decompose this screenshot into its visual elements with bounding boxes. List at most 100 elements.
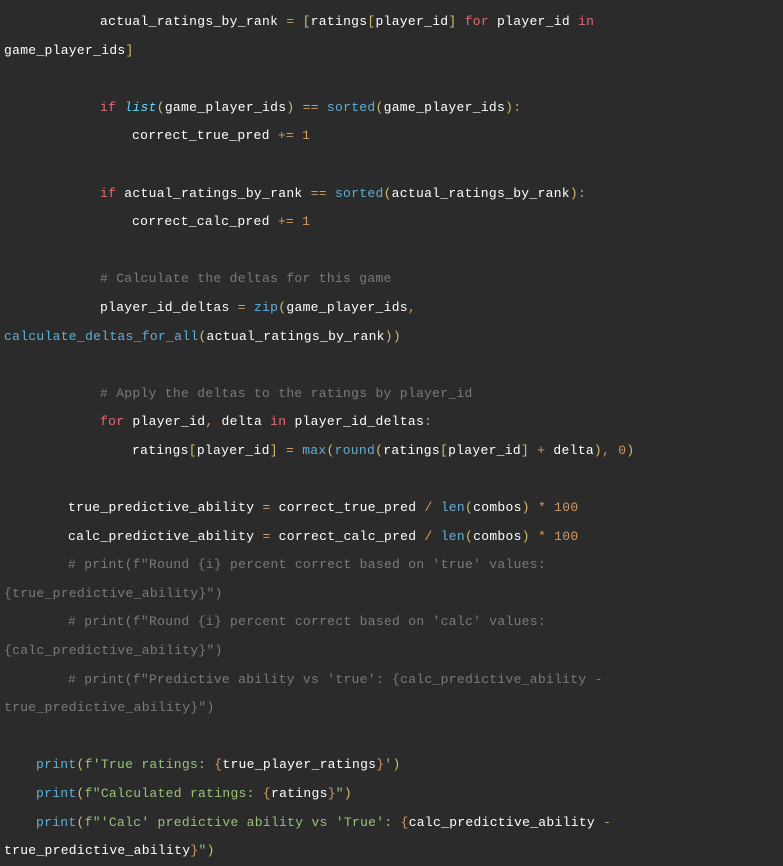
code-token: f"Calculated ratings: — [85, 786, 263, 801]
code-token — [433, 529, 441, 544]
code-token: round — [335, 443, 376, 458]
code-token: actual_ratings_by_rank — [100, 14, 286, 29]
code-token: ] — [521, 443, 529, 458]
code-token: [ — [303, 14, 311, 29]
code-token: if — [100, 100, 116, 115]
code-token: ) — [522, 500, 530, 515]
code-line[interactable] — [0, 151, 783, 180]
code-token: {calc_predictive_ability}") — [4, 643, 223, 658]
code-token: # Calculate the deltas for this game — [100, 271, 392, 286]
code-token: player_id — [448, 443, 521, 458]
code-token: ( — [376, 100, 384, 115]
code-token: 100 — [554, 529, 578, 544]
code-line[interactable]: {true_predictive_ability}") — [0, 580, 783, 609]
code-token — [327, 186, 335, 201]
code-token: max — [302, 443, 326, 458]
code-token: print — [36, 786, 77, 801]
code-token: # print(f"Predictive ability vs 'true': … — [68, 672, 603, 687]
code-editor-viewport[interactable]: actual_ratings_by_rank = [ratings[player… — [0, 8, 783, 866]
code-token — [433, 500, 441, 515]
code-line[interactable]: calculate_deltas_for_all(actual_ratings_… — [0, 323, 783, 352]
code-line[interactable] — [0, 351, 783, 380]
code-token: ratings — [383, 443, 440, 458]
code-line[interactable]: true_predictive_ability}") — [0, 694, 783, 723]
code-token: for — [100, 414, 124, 429]
code-token — [294, 128, 302, 143]
code-token: calc_predictive_ability — [68, 529, 262, 544]
code-token: 1 — [302, 214, 310, 229]
code-line[interactable]: if actual_ratings_by_rank == sorted(actu… — [0, 180, 783, 209]
code-token: correct_true_pred — [132, 128, 278, 143]
code-token: f"'Calc' predictive ability vs 'True': — [85, 815, 401, 830]
code-token: sorted — [327, 100, 376, 115]
code-token — [294, 214, 302, 229]
code-line[interactable]: actual_ratings_by_rank = [ratings[player… — [0, 8, 783, 37]
code-line[interactable]: player_id_deltas = zip(game_player_ids, — [0, 294, 783, 323]
code-token — [530, 500, 538, 515]
code-line[interactable]: print(f"Calculated ratings: {ratings}") — [0, 780, 783, 809]
code-line[interactable] — [0, 466, 783, 495]
code-line[interactable]: game_player_ids] — [0, 37, 783, 66]
code-line[interactable]: # print(f"Round {i} percent correct base… — [0, 551, 783, 580]
code-token: len — [441, 500, 465, 515]
code-token: == — [303, 100, 319, 115]
code-token: correct_true_pred — [271, 500, 425, 515]
code-line[interactable]: correct_calc_pred += 1 — [0, 208, 783, 237]
code-token: ( — [327, 443, 335, 458]
code-token: delta — [213, 414, 270, 429]
code-token — [246, 300, 254, 315]
code-token: 1 — [302, 128, 310, 143]
code-line[interactable]: calc_predictive_ability = correct_calc_p… — [0, 523, 783, 552]
code-token: ] — [448, 14, 456, 29]
code-line[interactable]: correct_true_pred += 1 — [0, 122, 783, 151]
code-token: true_predictive_ability — [4, 843, 190, 858]
code-token: # Apply the deltas to the ratings by pla… — [100, 386, 473, 401]
code-token — [294, 100, 302, 115]
code-token: true_predictive_ability}") — [4, 700, 215, 715]
code-line[interactable] — [0, 237, 783, 266]
code-token: = — [286, 443, 294, 458]
code-token: player_id — [376, 14, 449, 29]
code-token: " — [336, 786, 344, 801]
code-token — [457, 14, 465, 29]
code-token: game_player_ids — [165, 100, 287, 115]
code-line[interactable]: ratings[player_id] = max(round(ratings[p… — [0, 437, 783, 466]
code-token: in — [578, 14, 594, 29]
code-token: { — [263, 786, 271, 801]
code-token: ) — [393, 757, 401, 772]
code-line[interactable] — [0, 723, 783, 752]
code-token: ( — [77, 757, 85, 772]
code-token: { — [401, 815, 409, 830]
code-token: = — [262, 529, 270, 544]
code-line[interactable]: print(f'True ratings: {true_player_ratin… — [0, 751, 783, 780]
code-token — [546, 500, 554, 515]
code-line[interactable]: # print(f"Round {i} percent correct base… — [0, 608, 783, 637]
code-token: ratings — [132, 443, 189, 458]
code-line[interactable]: if list(game_player_ids) == sorted(game_… — [0, 94, 783, 123]
code-token — [294, 443, 302, 458]
code-token: player_id — [197, 443, 270, 458]
code-line[interactable]: true_predictive_ability = correct_true_p… — [0, 494, 783, 523]
code-token: actual_ratings_by_rank — [116, 186, 310, 201]
code-token: == — [311, 186, 327, 201]
code-token: ( — [77, 786, 85, 801]
code-line[interactable]: # Apply the deltas to the ratings by pla… — [0, 380, 783, 409]
code-token — [529, 443, 537, 458]
code-token: for — [465, 14, 489, 29]
code-line[interactable]: print(f"'Calc' predictive ability vs 'Tr… — [0, 809, 783, 838]
code-token: calc_predictive_ability — [409, 815, 603, 830]
code-line[interactable]: # print(f"Predictive ability vs 'true': … — [0, 666, 783, 695]
code-token: 100 — [554, 500, 578, 515]
code-token: print — [36, 815, 77, 830]
code-token: zip — [254, 300, 278, 315]
code-token: actual_ratings_by_rank — [207, 329, 385, 344]
code-line[interactable]: {calc_predictive_ability}") — [0, 637, 783, 666]
code-line[interactable]: for player_id, delta in player_id_deltas… — [0, 408, 783, 437]
code-token: actual_ratings_by_rank — [392, 186, 570, 201]
code-line[interactable]: # Calculate the deltas for this game — [0, 265, 783, 294]
code-token: * — [538, 529, 546, 544]
code-line[interactable] — [0, 65, 783, 94]
code-token: game_player_ids — [286, 300, 408, 315]
code-token: # print(f"Round {i} percent correct base… — [68, 614, 546, 629]
code-token: combos — [473, 500, 522, 515]
